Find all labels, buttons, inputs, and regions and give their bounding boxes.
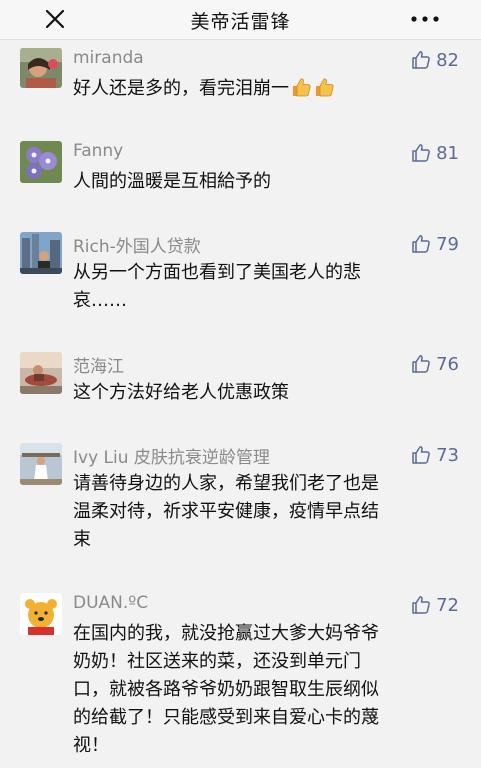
comment-author[interactable]: miranda xyxy=(73,48,144,68)
like-count: 81 xyxy=(436,142,459,164)
comment-text: 好人还是多的，看完泪崩一 xyxy=(73,75,453,103)
like-button[interactable]: 79 xyxy=(411,232,459,256)
comment-text-line: 温柔对待，祈求平安健康，疫情早点结 xyxy=(73,501,379,522)
thumbs-up-icon xyxy=(412,51,430,69)
comment-author[interactable]: Rich-外国人贷款 xyxy=(73,232,201,257)
comment-author[interactable]: Ivy Liu 皮肤抗衰逆龄管理 xyxy=(73,443,270,468)
comment-author[interactable]: Fanny xyxy=(73,141,123,161)
thumbs-up-icon xyxy=(412,596,430,614)
comment-text-line: 束 xyxy=(73,529,91,550)
thumbs-up-emoji-icon xyxy=(316,78,334,97)
comment-text-line: 的给截了！只能感受到来自爱心卡的蔑 xyxy=(73,707,379,728)
like-count: 73 xyxy=(436,444,459,466)
comment-author[interactable]: 范海江 xyxy=(73,352,124,377)
comment-text-line: 奶奶！社区送来的菜，还没到单元门 xyxy=(73,651,361,672)
thumbs-up-emoji-icon xyxy=(293,78,311,97)
comment-text: 在国内的我，就没抢赢过大爹大妈爷爷 奶奶！社区送来的菜，还没到单元门 口，就被各… xyxy=(73,620,453,760)
like-count: 82 xyxy=(436,49,459,71)
like-button[interactable]: 76 xyxy=(411,352,459,376)
like-count: 79 xyxy=(436,233,459,255)
comment-text: 从另一个方面也看到了美国老人的悲 哀…… xyxy=(73,259,453,315)
avatar[interactable] xyxy=(20,48,62,88)
comment-text: 人間的溫暖是互相給予的 xyxy=(73,171,271,192)
like-button[interactable]: 81 xyxy=(411,141,459,165)
comment-text-line: 视！ xyxy=(73,735,109,756)
thumbs-up-icon xyxy=(412,355,430,373)
avatar[interactable] xyxy=(20,232,62,274)
avatar[interactable] xyxy=(20,443,62,485)
thumbs-up-icon xyxy=(412,144,430,162)
comment-text-line: 在国内的我，就没抢赢过大爹大妈爷爷 xyxy=(73,623,379,644)
like-count: 76 xyxy=(436,353,459,375)
top-bar: 美帝活雷锋 xyxy=(0,0,481,40)
comment-text-line: 哀…… xyxy=(73,290,127,311)
comment-text-line: 口，就被各路爷爷奶奶跟智取生辰纲似 xyxy=(73,679,379,700)
thumbs-up-icon xyxy=(412,235,430,253)
comment-author[interactable]: DUAN.ºC xyxy=(73,593,148,613)
avatar[interactable] xyxy=(20,141,62,183)
like-button[interactable]: 82 xyxy=(411,48,459,72)
avatar[interactable] xyxy=(20,593,62,635)
comment-text: 这个方法好给老人优惠政策 xyxy=(73,382,289,403)
comment-text-line: 请善待身边的人家，希望我们老了也是 xyxy=(73,473,379,494)
thumbs-up-icon xyxy=(412,446,430,464)
like-count: 72 xyxy=(436,594,459,616)
comment-text-line: 从另一个方面也看到了美国老人的悲 xyxy=(73,262,361,283)
comment-text-content: 好人还是多的，看完泪崩一 xyxy=(73,78,289,99)
like-button[interactable]: 72 xyxy=(411,593,459,617)
like-button[interactable]: 73 xyxy=(411,443,459,467)
avatar[interactable] xyxy=(20,352,62,394)
comment-list[interactable]: miranda 82 好人还是多的，看完泪崩一 Fanny 81 人間的溫暖是互… xyxy=(0,40,481,768)
comment-text: 请善待身边的人家，希望我们老了也是 温柔对待，祈求平安健康，疫情早点结 束 xyxy=(73,470,453,554)
more-options-icon[interactable] xyxy=(409,12,441,26)
